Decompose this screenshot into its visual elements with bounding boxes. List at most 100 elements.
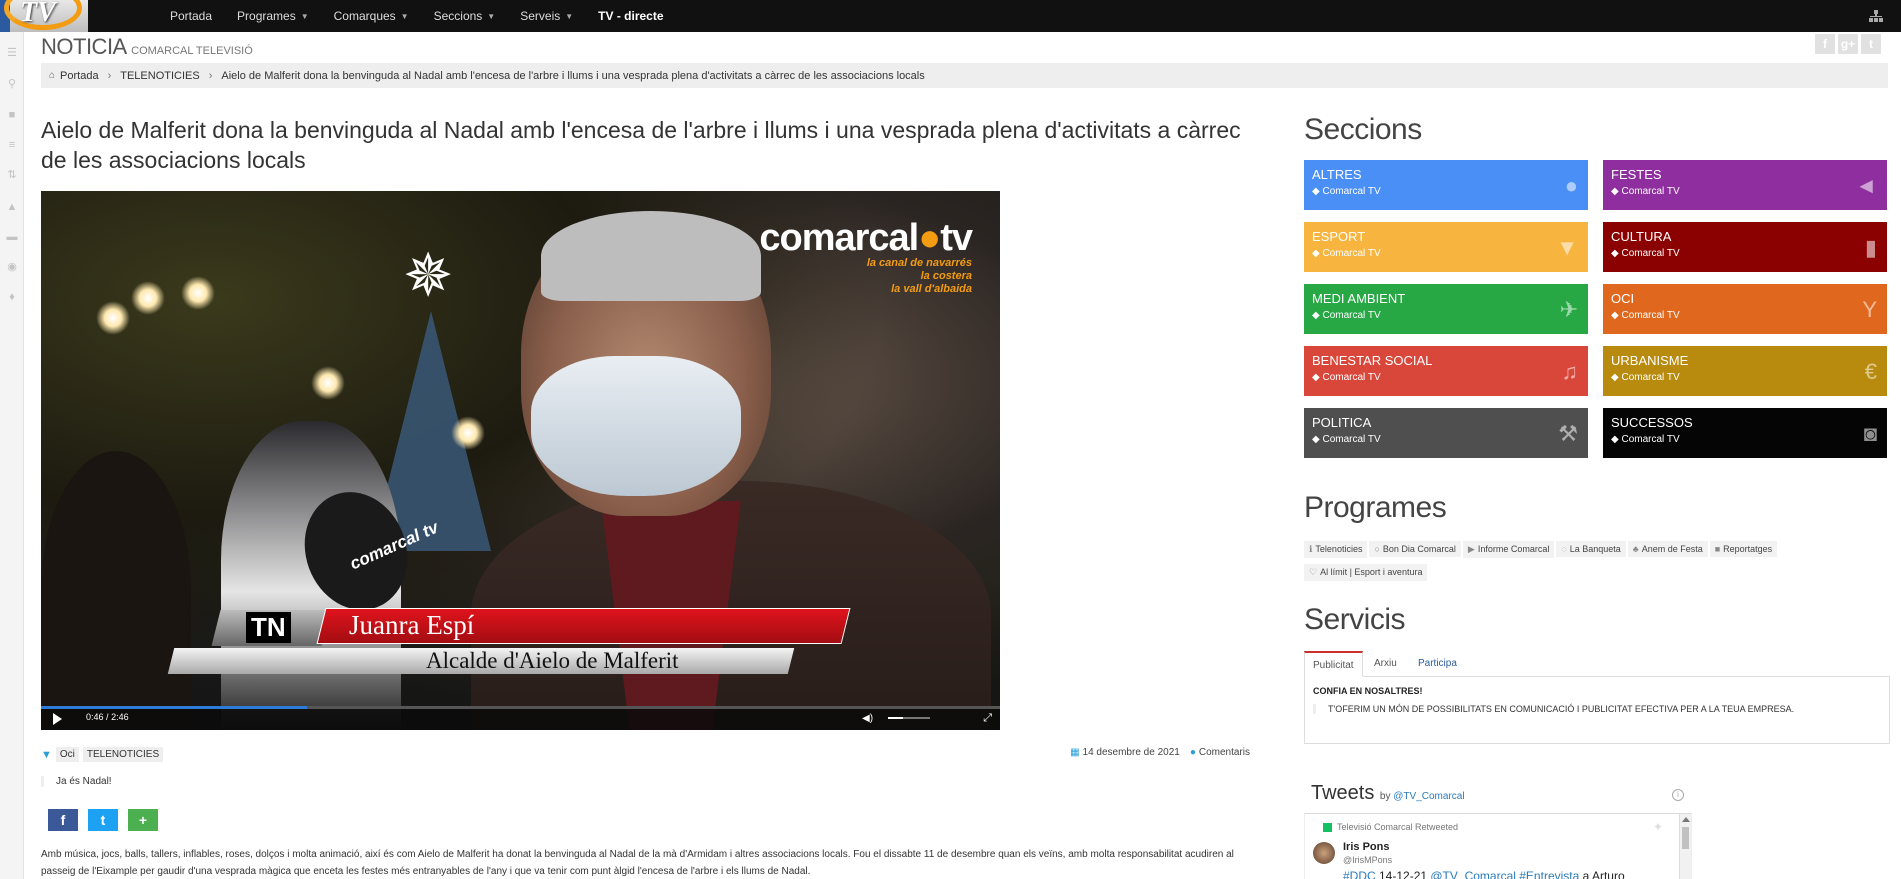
eye-icon[interactable]: ◉ [6,262,18,273]
book-icon[interactable]: ▬ [6,232,18,243]
video-scene-lamp [451,416,485,450]
section-tile-altres[interactable]: ALTRES ◆ Comarcal TV ● [1304,160,1588,210]
tweet-hashtag[interactable]: #DDC [1343,869,1376,879]
nav-item-programes[interactable]: Programes ▼ [237,9,309,23]
tweets-scrollbar[interactable] [1679,814,1691,879]
video-player[interactable]: ✵ comarcal tv comarcal●tv la canal de na… [41,191,1000,730]
volume-slider[interactable]: ◀) [862,712,930,724]
tab-publicitat[interactable]: Publicitat [1304,651,1363,677]
nav-item-comarques[interactable]: Comarques ▼ [334,9,409,23]
nav-item-tv-directe[interactable]: TV - directe [598,9,663,23]
tab-participa[interactable]: Participa [1410,651,1465,677]
tweet-author-handle[interactable]: @IrisMPons [1343,855,1392,865]
section-tile-successos[interactable]: SUCCESSOS ◆ Comarcal TV ◙ [1603,408,1887,458]
video-controls: 0:46 / 2:46 ◀) ⤢ [41,706,1000,730]
fullscreen-icon[interactable]: ⤢ [983,712,992,725]
top-navbar: TV Portada Programes ▼ Comarques ▼ Seccion… [0,0,1901,32]
nav-item-serveis[interactable]: Serveis ▼ [520,9,573,23]
program-item[interactable]: ♡ Al límit | Esport i aventura [1304,564,1428,581]
scroll-up-icon[interactable] [1682,817,1690,822]
main-nav: Portada Programes ▼ Comarques ▼ Seccions ▼ … [170,0,689,32]
section-tile-title: OCI [1611,291,1635,306]
book-icon: ▮ [1864,235,1877,260]
tag-telenoticies[interactable]: TELENOTICIES [82,747,164,762]
section-tile-urbanisme[interactable]: URBANISME ◆ Comarcal TV € [1603,346,1887,396]
plane-icon: ✈ [1559,297,1578,322]
nav-item-label: Comarques [333,9,396,23]
comments-link[interactable]: ● Comentaris [1190,747,1250,758]
tweets-title: Tweets [1311,782,1375,804]
speaker-icon[interactable]: ◀) [862,713,873,724]
play-icon[interactable] [53,713,62,725]
breadcrumb-item[interactable]: Portada [60,70,99,82]
section-tile-politica[interactable]: POLITICA ◆ Comarcal TV ⚒ [1304,408,1588,458]
avatar[interactable] [1313,842,1335,864]
section-tile-title: POLITICA [1312,415,1372,430]
tweet-mention[interactable]: @TV_Comarcal [1430,869,1516,879]
section-tile-title: ESPORT [1312,229,1366,244]
video-current-time: 0:46 [86,712,104,722]
twitter-bird-icon[interactable]: ✦ [1653,820,1663,834]
megaphone-icon: ◄ [1855,173,1877,198]
section-tile-festes[interactable]: FESTES ◆ Comarcal TV ◄ [1603,160,1887,210]
programs-list: ℹ Telenoticies ○ Bon Dia Comarcal ▶ Informe C… [1304,541,1844,587]
nav-item-portada[interactable]: Portada [170,9,212,23]
breadcrumb-separator: › [208,69,213,82]
search-icon[interactable]: ⚲ [6,79,18,90]
tag-icon: ◆ [1312,186,1320,197]
tag-icon: ◆ [1611,248,1619,259]
section-tile-medi-ambient[interactable]: MEDI AMBIENT ◆ Comarcal TV ✈ [1304,284,1588,334]
section-tile-sub: ◆ Comarcal TV [1312,247,1580,261]
video-icon: ■ [1714,544,1721,554]
tweets-handle[interactable]: @TV_Comarcal [1393,791,1464,802]
program-item[interactable]: ♣ Anem de Festa [1627,541,1708,557]
section-tile-sub: ◆ Comarcal TV [1312,185,1580,199]
twitter-icon[interactable]: t [1861,34,1881,54]
lower-third-name: Juanra Espí [349,610,475,640]
tag-icon: ◆ [1312,434,1320,445]
tag-oci[interactable]: Oci [55,747,79,762]
scrollbar-thumb[interactable] [1682,827,1689,849]
info-icon[interactable]: i [1672,789,1684,801]
section-tile-benestar-social[interactable]: BENESTAR SOCIAL ◆ Comarcal TV ♫ [1304,346,1588,396]
video-progress-bar[interactable] [41,706,1000,709]
list-icon[interactable]: ≡ [6,140,18,151]
sections-heading: Seccions [1304,113,1422,146]
program-item[interactable]: ○ Bon Dia Comarcal [1369,541,1461,557]
road-icon[interactable]: ▲ [6,202,18,213]
share-facebook-button[interactable]: f [48,809,78,831]
video-camera-icon[interactable]: ■ [6,110,18,121]
lower-third-logo: TN [246,612,291,643]
tab-arxiu[interactable]: Arxiu [1366,651,1405,677]
section-tile-oci[interactable]: OCI ◆ Comarcal TV Y [1603,284,1887,334]
program-item-label: Reportatges [1723,544,1773,554]
breadcrumb-current: Aielo de Malferit dona la benvinguda al … [221,69,925,82]
site-logo[interactable]: TV [0,0,88,32]
program-item[interactable]: ℹ Telenoticies [1304,541,1368,558]
article-date: 14 desembre de 2021 [1082,747,1180,758]
nav-item-seccions[interactable]: Seccions ▼ [434,9,496,23]
section-tile-cultura[interactable]: CULTURA ◆ Comarcal TV ▮ [1603,222,1887,272]
google-plus-icon[interactable]: g+ [1838,34,1858,54]
tweet-hashtag[interactable]: #Entrevista [1516,869,1579,879]
section-tile-esport[interactable]: ESPORT ◆ Comarcal TV ▼ [1304,222,1588,272]
services-heading: Servicis [1304,603,1406,636]
services-panel-text: T'OFERIM UN MÓN DE POSSIBILITATS EN COMU… [1313,704,1881,714]
program-item[interactable]: ◌ La Banqueta [1556,541,1626,557]
sitemap-icon[interactable] [1869,10,1883,22]
drop-icon[interactable]: ♦ [6,292,18,303]
tweet-author[interactable]: Iris Pons [1343,841,1389,853]
share-more-button[interactable]: + [128,809,158,831]
program-item[interactable]: ■ Reportatges [1709,541,1778,557]
program-item[interactable]: ▶ Informe Comarcal [1462,541,1555,558]
breadcrumb-item[interactable]: TELENOTICIES [120,70,199,82]
video-scene-lamp [181,276,215,310]
calendar-icon: ▦ [1070,747,1080,758]
video-scene-mask [531,356,741,496]
users-icon: ♣ [1632,544,1639,554]
sort-icon[interactable]: ⇅ [6,170,18,181]
chevron-down-icon: ▼ [565,11,574,21]
share-twitter-button[interactable]: t [88,809,118,831]
facebook-icon[interactable]: f [1815,34,1835,54]
menu-icon[interactable]: ☰ [6,48,18,59]
